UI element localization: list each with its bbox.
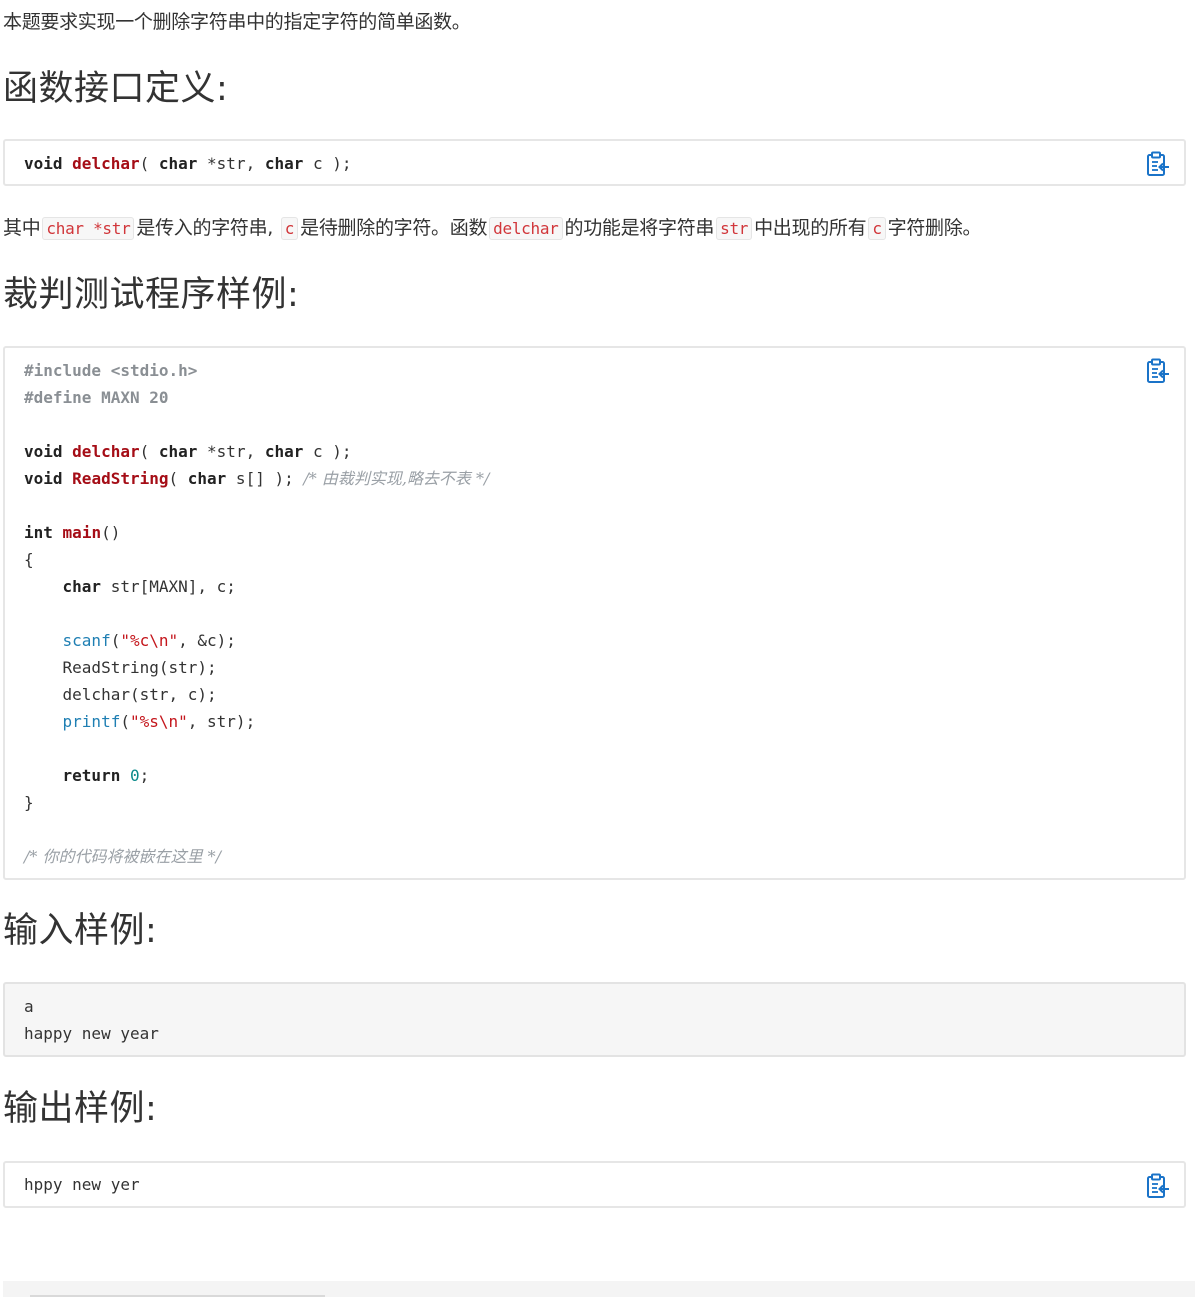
code-token: delchar [72,442,140,461]
code-token: *str, [197,154,265,173]
inline-code: char *str [42,217,135,240]
desc-text: 中出现的所有 [754,217,867,239]
output-sample-box: hppy new yer [3,1161,1186,1208]
code-token: char [264,154,304,173]
code-token: return [62,766,121,785]
code-token: } [24,793,34,812]
code-token: { [24,550,34,569]
desc-text: 是传入的字符串, [136,217,274,239]
heading-judge: 裁判测试程序样例: [3,275,300,315]
output-sample: hppy new yer [24,1171,140,1198]
code-token: "%c\n" [120,631,179,650]
interface-code-box: void delchar( char *str, char c ); [3,139,1186,186]
code-token: ( [110,631,121,650]
clipboard-copy-icon [1147,358,1169,383]
inline-code: delchar [489,217,563,240]
code-token: void [24,469,63,488]
code-token: int [24,523,53,542]
code-token: char [264,442,304,461]
clipboard-copy-icon [1147,151,1169,176]
code-token: printf [62,712,121,731]
code-token: 0 [129,766,140,785]
code-token: main [62,523,102,542]
code-token: MAXN 20 [91,388,169,407]
input-sample: a happy new year [24,993,159,1047]
heading-input: 输入样例: [3,911,158,951]
copy-icon[interactable] [1146,151,1170,177]
copy-icon[interactable] [1146,1173,1170,1199]
code-token: ( [139,442,159,461]
code-comment: /* 你的代码将被嵌在这里 */ [24,847,221,866]
code-token: char [158,154,198,173]
code-token: str[MAXN], c; [101,577,236,596]
description-paragraph: 其中 char *str 是传入的字符串, c 是待删除的字符。函数 delchar 的功… [3,213,981,244]
code-token: char [187,469,227,488]
desc-text: 是待删除的字符。函数 [300,217,488,239]
clipboard-copy-icon [1147,1173,1169,1198]
desc-text: 字符删除。 [887,217,982,239]
inline-code: str [716,217,753,240]
code-token: , &c); [178,631,236,650]
code-token: ReadString(str); [62,658,217,677]
code-token: c ); [303,442,352,461]
desc-text: 其中 [3,217,41,239]
inline-code: c [280,217,299,240]
code-token: ReadString [72,469,169,488]
code-token: delchar [72,154,140,173]
code-comment: /* 由裁判实现,略去不表 */ [303,469,490,488]
code-token: scanf [62,631,111,650]
sample-line: a [24,997,34,1016]
heading-output: 输出样例: [3,1089,158,1129]
code-token: delchar(str, c); [62,685,217,704]
code-token: "%s\n" [129,712,188,731]
code-token: () [101,523,121,542]
intro-text: 本题要求实现一个删除字符串中的指定字符的简单函数。 [3,11,471,33]
judge-code-box: #include <stdio.h> #define MAXN 20 void … [3,346,1186,880]
code-token: #define [24,388,92,407]
input-sample-box: a happy new year [3,982,1186,1057]
code-token: c ); [303,154,352,173]
code-token: ( [168,469,188,488]
code-token: ( [120,712,130,731]
inline-code: c [868,217,886,240]
code-token: void [24,154,63,173]
code-token: s[] ); [226,469,304,488]
code-token: char [158,442,198,461]
desc-text: 的功能是将字符串 [564,217,715,239]
code-token: ( [139,154,159,173]
judge-code: #include <stdio.h> #define MAXN 20 void … [24,357,489,870]
interface-code: void delchar( char *str, char c ); [24,150,352,177]
copy-icon[interactable] [1146,358,1170,384]
code-token: *str, [197,442,265,461]
code-token: void [24,442,63,461]
heading-interface: 函数接口定义: [3,69,229,109]
code-token: ; [139,766,150,785]
code-token: char [62,577,102,596]
code-token: #include <stdio.h> [24,361,198,380]
sample-line: happy new year [24,1024,159,1043]
sample-line: hppy new yer [24,1175,140,1194]
code-token: , str); [187,712,256,731]
